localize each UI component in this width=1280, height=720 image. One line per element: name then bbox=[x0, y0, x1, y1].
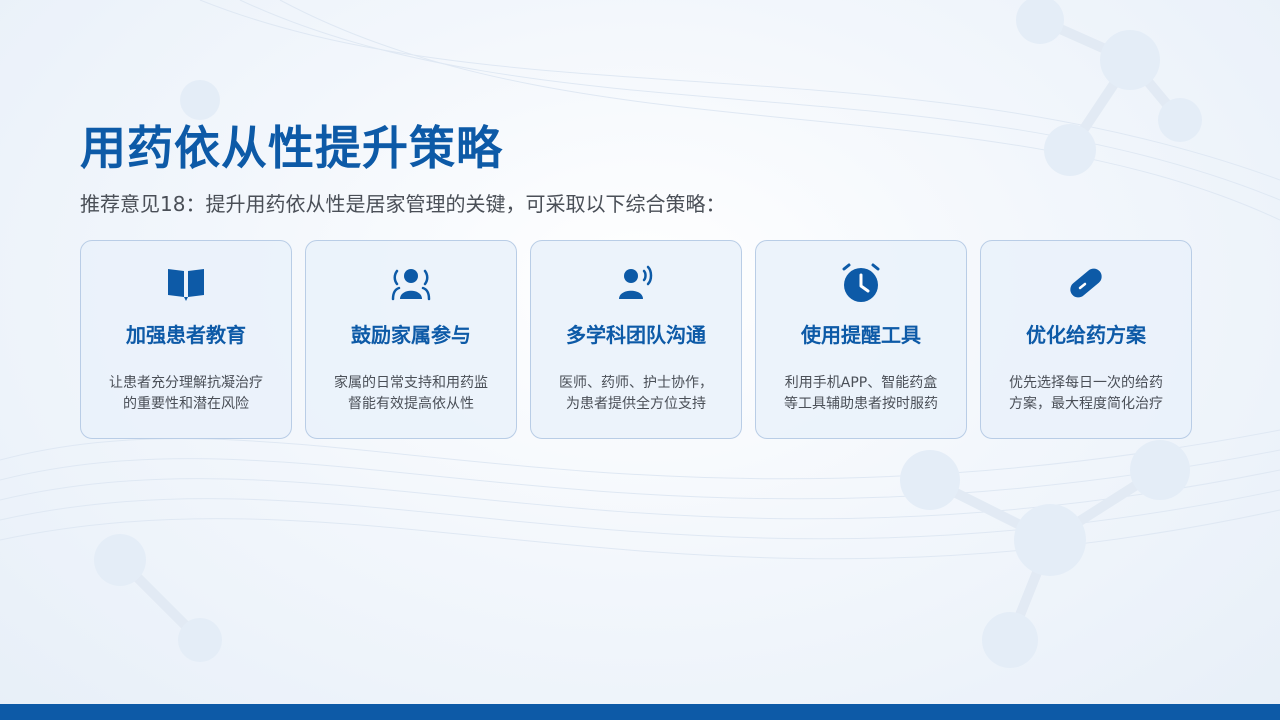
card-desc-line: 的重要性和潜在风险 bbox=[123, 396, 249, 412]
card-desc-line: 督能有效提高依从性 bbox=[348, 396, 474, 412]
speaker-person-icon bbox=[614, 261, 658, 305]
strategy-card-patient-education: 加强患者教育 让患者充分理解抗凝治疗 的重要性和潜在风险 bbox=[80, 240, 292, 439]
card-title: 优化给药方案 bbox=[1026, 323, 1146, 347]
strategy-card-team-communication: 多学科团队沟通 医师、药师、护士协作， 为患者提供全方位支持 bbox=[530, 240, 742, 439]
card-title: 加强患者教育 bbox=[126, 323, 246, 347]
page-subtitle: 推荐意见18：提升用药依从性是居家管理的关键，可采取以下综合策略： bbox=[80, 192, 726, 216]
card-description: 家属的日常支持和用药监 督能有效提高依从性 bbox=[320, 373, 502, 415]
card-description: 优先选择每日一次的给药 方案，最大程度简化治疗 bbox=[995, 373, 1177, 415]
strategy-card-dosing-plan: 优化给药方案 优先选择每日一次的给药 方案，最大程度简化治疗 bbox=[980, 240, 1192, 439]
card-desc-line: 家属的日常支持和用药监 bbox=[334, 375, 488, 391]
pill-capsule-icon bbox=[1064, 261, 1108, 305]
card-title: 鼓励家属参与 bbox=[351, 323, 471, 347]
footer-bar bbox=[0, 704, 1280, 720]
strategy-card-reminder-tools: 使用提醒工具 利用手机APP、智能药盒 等工具辅助患者按时服药 bbox=[755, 240, 967, 439]
family-group-icon bbox=[389, 261, 433, 305]
card-desc-line: 让患者充分理解抗凝治疗 bbox=[109, 375, 263, 391]
alarm-clock-icon bbox=[839, 261, 883, 305]
card-description: 医师、药师、护士协作， 为患者提供全方位支持 bbox=[545, 373, 727, 415]
card-desc-line: 方案，最大程度简化治疗 bbox=[1009, 396, 1163, 412]
page-title: 用药依从性提升策略 bbox=[80, 121, 503, 175]
card-desc-line: 为患者提供全方位支持 bbox=[566, 396, 706, 412]
card-title: 多学科团队沟通 bbox=[566, 323, 706, 347]
strategy-cards: 加强患者教育 让患者充分理解抗凝治疗 的重要性和潜在风险 鼓励家属参与 家属的日… bbox=[80, 240, 1192, 439]
card-desc-line: 等工具辅助患者按时服药 bbox=[784, 396, 938, 412]
strategy-card-family-support: 鼓励家属参与 家属的日常支持和用药监 督能有效提高依从性 bbox=[305, 240, 517, 439]
card-desc-line: 优先选择每日一次的给药 bbox=[1009, 375, 1163, 391]
card-description: 利用手机APP、智能药盒 等工具辅助患者按时服药 bbox=[770, 373, 952, 415]
card-desc-line: 医师、药师、护士协作， bbox=[559, 375, 713, 391]
card-description: 让患者充分理解抗凝治疗 的重要性和潜在风险 bbox=[95, 373, 277, 415]
card-desc-line: 利用手机APP、智能药盒 bbox=[784, 375, 938, 391]
card-title: 使用提醒工具 bbox=[801, 323, 921, 347]
book-icon bbox=[164, 261, 208, 305]
